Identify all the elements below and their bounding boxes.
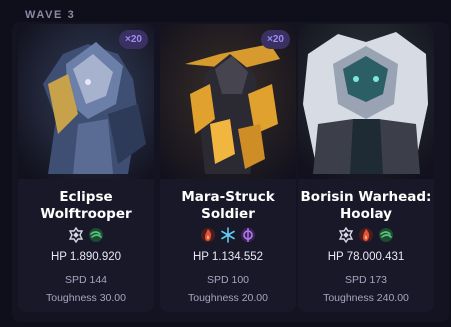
quantum-icon bbox=[68, 227, 84, 243]
enemy-hp: HP 78.000.431 bbox=[327, 251, 405, 263]
enemy-name-line2: Hoolay bbox=[340, 206, 392, 222]
enemy-spd: SPD 144 bbox=[64, 274, 108, 286]
enemy-name: Eclipse Wolftrooper bbox=[18, 189, 154, 223]
wind-icon bbox=[89, 228, 103, 242]
enemy-name-line1: Mara-Struck bbox=[181, 189, 275, 205]
enemy-name-line1: Borisin Warhead: bbox=[300, 189, 432, 205]
enemy-name: Borisin Warhead: Hoolay bbox=[298, 189, 434, 223]
enemy-count-badge: ×20 bbox=[261, 30, 290, 49]
enemy-toughness: Toughness 30.00 bbox=[46, 292, 126, 304]
enemy-hp: HP 1.134.552 bbox=[192, 251, 264, 263]
enemy-card-mara-struck-soldier[interactable]: ×20 Mara-Struck Soldier HP 1.134.552 SPD… bbox=[160, 24, 296, 312]
enemy-name: Mara-Struck Soldier bbox=[160, 189, 296, 223]
enemy-portrait: ×20 bbox=[18, 24, 154, 179]
enemy-name-line2: Soldier bbox=[201, 206, 255, 222]
enemy-card-eclipse-wolftrooper[interactable]: ×20 Eclipse Wolftrooper HP 1.890.920 SPD… bbox=[18, 24, 154, 312]
enemy-toughness: Toughness 240.00 bbox=[323, 292, 409, 304]
enemy-count-badge: ×20 bbox=[119, 30, 148, 49]
weakness-icons bbox=[160, 227, 296, 243]
weakness-icons bbox=[298, 227, 434, 243]
enemy-portrait bbox=[298, 24, 434, 179]
ice-icon bbox=[221, 227, 235, 243]
wave-label: WAVE 3 bbox=[25, 9, 76, 21]
imaginary-icon bbox=[241, 228, 255, 242]
enemy-name-line1: Eclipse bbox=[59, 189, 113, 205]
quantum-icon bbox=[338, 227, 354, 243]
enemy-name-line2: Wolftrooper bbox=[40, 206, 132, 222]
enemy-portrait: ×20 bbox=[160, 24, 296, 179]
enemy-hp: HP 1.890.920 bbox=[50, 251, 122, 263]
enemy-toughness: Toughness 20.00 bbox=[188, 292, 268, 304]
fire-icon bbox=[201, 228, 215, 242]
enemy-card-borisin-warhead-hoolay[interactable]: Borisin Warhead: Hoolay HP 78.000.431 SP… bbox=[298, 24, 434, 312]
fire-icon bbox=[359, 228, 373, 242]
enemy-spd: SPD 173 bbox=[344, 274, 388, 286]
weakness-icons bbox=[18, 227, 154, 243]
wind-icon bbox=[379, 228, 393, 242]
enemy-spd: SPD 100 bbox=[206, 274, 250, 286]
